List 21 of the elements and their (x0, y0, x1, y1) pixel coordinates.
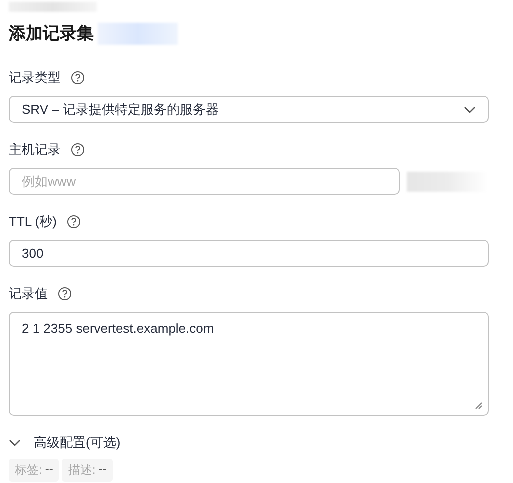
chevron-icon (464, 106, 476, 114)
tag-label: 标签: (15, 462, 42, 479)
help-icon[interactable] (71, 71, 85, 85)
dialog-title: 添加记录集 (9, 23, 94, 45)
record-type-select[interactable]: SRV – 记录提供特定服务的服务器 (9, 96, 489, 123)
field-label: 记录值 (9, 285, 48, 303)
field-label: 记录类型 (9, 69, 61, 87)
tag-value: -- (45, 462, 54, 478)
help-icon[interactable] (66, 215, 81, 229)
tag-value: -- (98, 462, 107, 478)
field-label: 主机记录 (9, 141, 61, 159)
record-value-textarea[interactable]: 2 1 2355 servertest.example.com (9, 312, 489, 416)
tag-label: 描述: (68, 462, 96, 479)
field-label: TTL (秒) (9, 213, 57, 231)
chevron-icon (9, 439, 21, 447)
input-field[interactable]: 例如www (9, 168, 400, 195)
input-field[interactable]: 300 (9, 240, 489, 267)
resize-handle-icon[interactable] (475, 402, 483, 410)
advanced-toggle[interactable]: 高级配置(可选) (9, 434, 121, 452)
help-icon[interactable] (58, 287, 72, 301)
help-icon[interactable] (71, 143, 85, 157)
